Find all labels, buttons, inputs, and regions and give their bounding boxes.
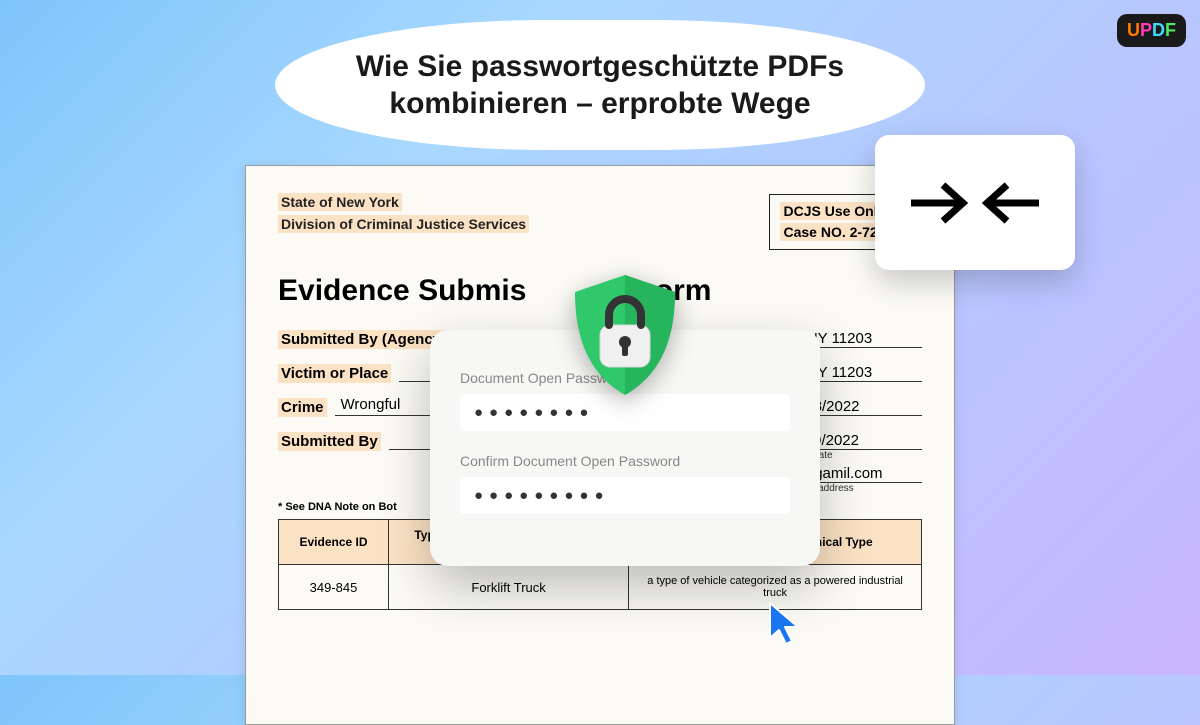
confirm-password-input[interactable]: ●●●●●●●●● [460,477,790,514]
title-pill: Wie Sie passwortgeschützte PDFs kombinie… [275,20,925,150]
victim-label: Victim or Place [278,364,391,383]
crime-label: Crime [278,398,327,417]
submitted-by-agency-label: Submitted By (Agency) [278,330,449,349]
password-dialog[interactable]: Document Open Password ●●●●●●●● Confirm … [430,330,820,566]
merge-arrows-icon [905,173,1045,233]
td-evidence-id: 349-845 [279,565,389,610]
merge-icon-box [875,135,1075,270]
shield-lock-icon [565,270,685,405]
doc-header-left: State of New York Division of Criminal J… [278,194,529,238]
updf-logo: UPDF [1117,14,1186,47]
confirm-password-label: Confirm Document Open Password [460,453,790,469]
submitted-by-label: Submitted By [278,432,381,451]
logo-letter-p: P [1140,20,1152,40]
cursor-icon [765,600,805,650]
logo-letter-u: U [1127,20,1140,40]
page-title: Wie Sie passwortgeschützte PDFs kombinie… [275,48,925,123]
td-surface: Forklift Truck [389,565,629,610]
dcjs-use-label: DCJS Use Only [780,202,888,220]
division-label: Division of Criminal Justice Services [278,215,529,233]
doc-header: State of New York Division of Criminal J… [278,194,922,250]
table-row: 349-845 Forklift Truck a type of vehicle… [279,565,922,610]
state-label: State of New York [278,193,402,211]
logo-letter-f: F [1165,20,1176,40]
th-evidence-id: Evidence ID [279,520,389,565]
logo-letter-d: D [1152,20,1165,40]
